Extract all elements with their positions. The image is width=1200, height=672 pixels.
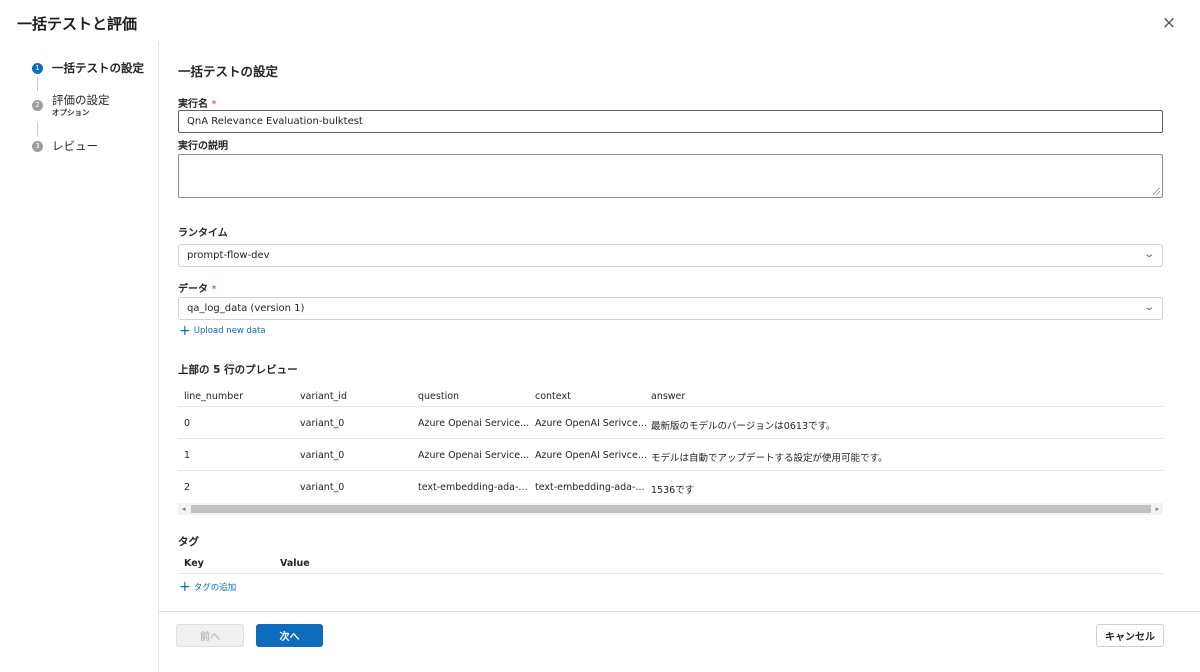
table-cell: Azure OpenAI Serivce... bbox=[535, 418, 647, 429]
column-header[interactable]: answer bbox=[651, 391, 685, 402]
cancel-button[interactable]: キャンセル bbox=[1096, 624, 1164, 647]
run-description-textarea[interactable] bbox=[178, 154, 1163, 198]
footer-divider bbox=[159, 611, 1200, 612]
sidebar-divider bbox=[158, 42, 159, 672]
section-title: 一括テストの設定 bbox=[178, 64, 279, 79]
step-number-badge: 3 bbox=[32, 141, 43, 152]
tag-value-header: Value bbox=[280, 558, 310, 569]
tags-title: タグ bbox=[178, 536, 199, 548]
runtime-select[interactable]: prompt-flow-dev ⌄ bbox=[178, 244, 1163, 267]
step-label: 評価の設定 bbox=[52, 93, 110, 107]
required-mark: * bbox=[211, 99, 217, 110]
run-name-input[interactable]: QnA Relevance Evaluation-bulktest bbox=[178, 110, 1163, 133]
horizontal-scrollbar[interactable]: ◂ ▸ bbox=[178, 503, 1163, 515]
add-tag-label: タグの追加 bbox=[193, 583, 237, 593]
next-button[interactable]: 次へ bbox=[256, 624, 323, 647]
table-cell: Azure OpenAI Serivce... bbox=[535, 450, 647, 461]
table-cell: variant_0 bbox=[300, 450, 345, 461]
step-number-badge: 1 bbox=[32, 63, 43, 74]
step-label: 一括テストの設定 bbox=[52, 61, 144, 75]
resize-handle-icon[interactable] bbox=[1153, 188, 1160, 195]
step-connector bbox=[37, 77, 38, 91]
table-cell: 2 bbox=[184, 482, 191, 493]
column-header[interactable]: context bbox=[535, 391, 571, 402]
data-selected-value: qa_log_data (version 1) bbox=[187, 303, 305, 314]
data-label: データ * bbox=[178, 280, 216, 295]
data-select[interactable]: qa_log_data (version 1) ⌄ bbox=[178, 297, 1163, 320]
tag-key-header: Key bbox=[184, 558, 204, 569]
row-divider bbox=[178, 573, 1163, 574]
step-optional-label: オプション bbox=[52, 108, 90, 117]
preview-title: 上部の 5 行のプレビュー bbox=[178, 364, 298, 376]
runtime-selected-value: prompt-flow-dev bbox=[187, 250, 270, 261]
upload-new-data-link[interactable]: + Upload new data bbox=[179, 323, 266, 339]
row-divider bbox=[178, 470, 1163, 471]
step-text: 評価の設定 オプション bbox=[52, 93, 110, 117]
column-header[interactable]: question bbox=[418, 391, 459, 402]
scroll-left-icon[interactable]: ◂ bbox=[182, 503, 186, 515]
step-evaluation-settings[interactable]: 2 評価の設定 オプション bbox=[32, 93, 110, 117]
chevron-down-icon: ⌄ bbox=[1142, 302, 1155, 313]
row-divider bbox=[178, 406, 1163, 407]
scroll-right-icon[interactable]: ▸ bbox=[1155, 503, 1159, 515]
plus-icon: + bbox=[179, 323, 191, 339]
scrollbar-thumb[interactable] bbox=[191, 505, 1151, 513]
table-cell: モデルは自動でアップデートする設定が使用可能です。 bbox=[651, 453, 888, 464]
previous-button[interactable]: 前へ bbox=[176, 624, 244, 647]
required-mark: * bbox=[211, 284, 217, 295]
step-number-badge: 2 bbox=[32, 100, 43, 111]
step-connector bbox=[37, 122, 38, 137]
table-cell: text-embedding-ada-... bbox=[535, 482, 645, 493]
table-cell: 1 bbox=[184, 450, 191, 461]
run-name-label-text: 実行名 bbox=[178, 99, 208, 110]
table-cell: variant_0 bbox=[300, 418, 345, 429]
column-header[interactable]: line_number bbox=[184, 391, 243, 402]
table-cell: 0 bbox=[184, 418, 191, 429]
chevron-down-icon: ⌄ bbox=[1142, 249, 1155, 260]
plus-icon: + bbox=[179, 579, 191, 595]
run-description-label: 実行の説明 bbox=[178, 141, 228, 152]
run-name-label: 実行名 * bbox=[178, 95, 216, 110]
table-cell: 最新版のモデルのバージョンは0613です。 bbox=[651, 421, 836, 432]
table-cell: Azure Openai Service... bbox=[418, 450, 530, 461]
runtime-label: ランタイム bbox=[178, 228, 228, 239]
column-header[interactable]: variant_id bbox=[300, 391, 347, 402]
close-icon[interactable]: × bbox=[1160, 14, 1178, 32]
data-label-text: データ bbox=[178, 284, 208, 295]
step-review[interactable]: 3 レビュー bbox=[32, 139, 98, 154]
upload-new-data-label: Upload new data bbox=[193, 326, 266, 336]
add-tag-link[interactable]: + タグの追加 bbox=[179, 579, 237, 595]
table-cell: variant_0 bbox=[300, 482, 345, 493]
step-label: レビュー bbox=[52, 139, 98, 153]
table-cell: 1536です bbox=[651, 485, 695, 496]
row-divider bbox=[178, 438, 1163, 439]
table-cell: text-embedding-ada-... bbox=[418, 482, 528, 493]
wizard-steps: 1 一括テストの設定 2 評価の設定 オプション 3 レビュー bbox=[0, 0, 158, 672]
step-bulk-test-settings[interactable]: 1 一括テストの設定 bbox=[32, 61, 144, 76]
table-cell: Azure Openai Service... bbox=[418, 418, 530, 429]
